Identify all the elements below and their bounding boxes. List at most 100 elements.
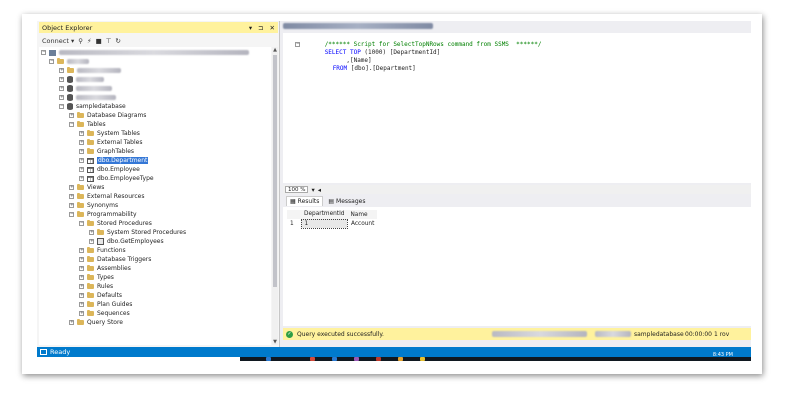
tree-node-database-triggers[interactable]: + Database Triggers — [79, 255, 151, 264]
taskbar-app-icon[interactable] — [310, 357, 315, 361]
taskbar-app-icon[interactable] — [354, 357, 359, 361]
expand-icon[interactable]: + — [59, 77, 64, 82]
scrollbar-thumb[interactable] — [273, 55, 277, 287]
connect-object-icon[interactable]: ⚲ — [78, 37, 83, 45]
tree-node-plan-guides[interactable]: + Plan Guides — [79, 300, 132, 309]
tree-node-dbo-employeetype[interactable]: + dbo.EmployeeType — [79, 174, 154, 183]
tree-node-dbo-getemployees[interactable]: + dbo.GetEmployees — [89, 237, 164, 246]
results-grid[interactable]: DepartmentId Name 1 1 Account — [287, 210, 378, 229]
expand-icon[interactable]: + — [69, 194, 74, 199]
filter-icon[interactable]: ⊤ — [106, 37, 112, 45]
expand-icon[interactable]: + — [79, 275, 84, 280]
taskbar-app-icon[interactable] — [266, 357, 271, 361]
expand-icon[interactable]: + — [79, 140, 84, 145]
tree-node-external-resources[interactable]: + External Resources — [69, 192, 144, 201]
collapse-icon[interactable]: − — [41, 50, 46, 55]
scroll-up-icon[interactable]: ▲ — [272, 47, 278, 53]
tree-node-functions[interactable]: + Functions — [79, 246, 126, 255]
tree-node-sequences[interactable]: + Sequences — [79, 309, 130, 318]
tree-node-redacted[interactable]: + — [59, 66, 121, 75]
stop-icon[interactable]: ■ — [96, 37, 102, 45]
taskbar-app-icon[interactable] — [332, 357, 337, 361]
tree-node-dbo-employee[interactable]: + dbo.Employee — [79, 165, 140, 174]
expand-icon[interactable]: + — [79, 167, 84, 172]
taskbar-app-icon[interactable] — [398, 357, 403, 361]
scroll-down-icon[interactable]: ▼ — [272, 339, 278, 345]
tab-messages[interactable]: ▤ Messages — [325, 197, 369, 206]
expand-icon[interactable]: + — [89, 239, 94, 244]
collapse-icon[interactable]: − — [69, 122, 74, 127]
tree-node-assemblies[interactable]: + Assemblies — [79, 264, 131, 273]
collapse-icon[interactable]: − — [59, 104, 64, 109]
tree-node-stored-procedures[interactable]: − Stored Procedures — [79, 219, 152, 228]
row-number[interactable]: 1 — [287, 219, 301, 228]
expand-icon[interactable]: + — [79, 302, 84, 307]
column-header[interactable]: Name — [347, 210, 378, 219]
window-position-icon[interactable]: ▾ — [249, 24, 252, 32]
tree-node-sampledatabase[interactable]: − sampledatabase — [59, 102, 126, 111]
query-editor[interactable]: /****** Script for SelectTopNRows comman… — [283, 33, 751, 183]
expand-icon[interactable]: + — [59, 95, 64, 100]
pin-icon[interactable]: ⊐ — [258, 24, 263, 32]
expand-icon[interactable]: + — [79, 284, 84, 289]
tree-node-synonyms[interactable]: + Synonyms — [69, 201, 118, 210]
cell-name[interactable]: Account — [347, 219, 377, 228]
tab-results[interactable]: ▦ Results — [286, 196, 324, 206]
taskbar-app-icon[interactable] — [376, 357, 381, 361]
tree-node-programmability[interactable]: − Programmability — [69, 210, 137, 219]
tree-node-redacted[interactable]: + — [59, 75, 104, 84]
collapse-icon[interactable]: − — [49, 59, 54, 64]
collapse-icon[interactable]: − — [69, 212, 74, 217]
tree-node-types[interactable]: + Types — [79, 273, 114, 282]
object-explorer-scrollbar[interactable]: ▲ ▼ — [272, 47, 278, 345]
disconnect-icon[interactable]: ⚡ — [87, 37, 92, 45]
tree-node-server[interactable]: − — [41, 48, 249, 57]
expand-icon[interactable]: + — [59, 68, 64, 73]
tree-node-rules[interactable]: + Rules — [79, 282, 113, 291]
tree-node-database-diagrams[interactable]: + Database Diagrams — [69, 111, 146, 120]
expand-icon[interactable]: + — [79, 248, 84, 253]
outline-collapse-icon[interactable]: − — [295, 42, 300, 47]
tree-node-system-tables[interactable]: + System Tables — [79, 129, 140, 138]
expand-icon[interactable]: + — [79, 158, 84, 163]
close-icon[interactable]: ✕ — [270, 24, 275, 32]
expand-icon[interactable]: + — [79, 293, 84, 298]
tree-node-external-tables[interactable]: + External Tables — [79, 138, 142, 147]
table-row[interactable]: 1 1 Account — [287, 218, 377, 229]
taskbar-clock[interactable]: 8:43 PM — [713, 352, 733, 358]
scroll-left-icon[interactable]: ◂ — [318, 186, 321, 194]
tree-node-databases[interactable]: − — [49, 57, 89, 66]
tree-node-query-store[interactable]: + Query Store — [69, 318, 123, 327]
tree-node-dbo-department[interactable]: + dbo.Department — [79, 156, 149, 165]
expand-icon[interactable]: + — [69, 113, 74, 118]
tree-node-defaults[interactable]: + Defaults — [79, 291, 122, 300]
tree-node-tables[interactable]: − Tables — [69, 120, 106, 129]
cell-departmentid[interactable]: 1 — [300, 218, 348, 229]
zoom-select[interactable]: 100 % — [285, 186, 309, 193]
expand-icon[interactable]: + — [69, 320, 74, 325]
tree-node-redacted[interactable]: + — [59, 93, 116, 102]
connect-button[interactable]: Connect ▾ — [42, 37, 74, 45]
tree-node-redacted[interactable]: + — [59, 84, 112, 93]
expand-icon[interactable]: + — [69, 203, 74, 208]
zoom-dropdown-icon[interactable]: ▾ — [311, 186, 314, 194]
tree-node-system-stored-procedures[interactable]: + System Stored Procedures — [89, 228, 186, 237]
expand-icon[interactable]: + — [79, 257, 84, 262]
tree-node-views[interactable]: + Views — [69, 183, 104, 192]
tree-node-graph-tables[interactable]: + GraphTables — [79, 147, 134, 156]
ssms-window: Object Explorer ▾ ⊐ ✕ Connect ▾ ⚲ ⚡ ■ ⊤ … — [37, 21, 751, 361]
expand-icon[interactable]: + — [79, 176, 84, 181]
collapse-icon[interactable]: − — [79, 221, 84, 226]
taskbar-app-icon[interactable] — [420, 357, 425, 361]
refresh-icon[interactable]: ↻ — [115, 37, 120, 45]
expand-icon[interactable]: + — [69, 185, 74, 190]
expand-icon[interactable]: + — [89, 230, 94, 235]
query-editor-tab[interactable] — [283, 23, 435, 31]
column-header[interactable]: DepartmentId — [301, 210, 348, 219]
expand-icon[interactable]: + — [79, 149, 84, 154]
database-icon — [67, 94, 73, 101]
expand-icon[interactable]: + — [79, 266, 84, 271]
expand-icon[interactable]: + — [79, 131, 84, 136]
expand-icon[interactable]: + — [79, 311, 84, 316]
expand-icon[interactable]: + — [59, 86, 64, 91]
